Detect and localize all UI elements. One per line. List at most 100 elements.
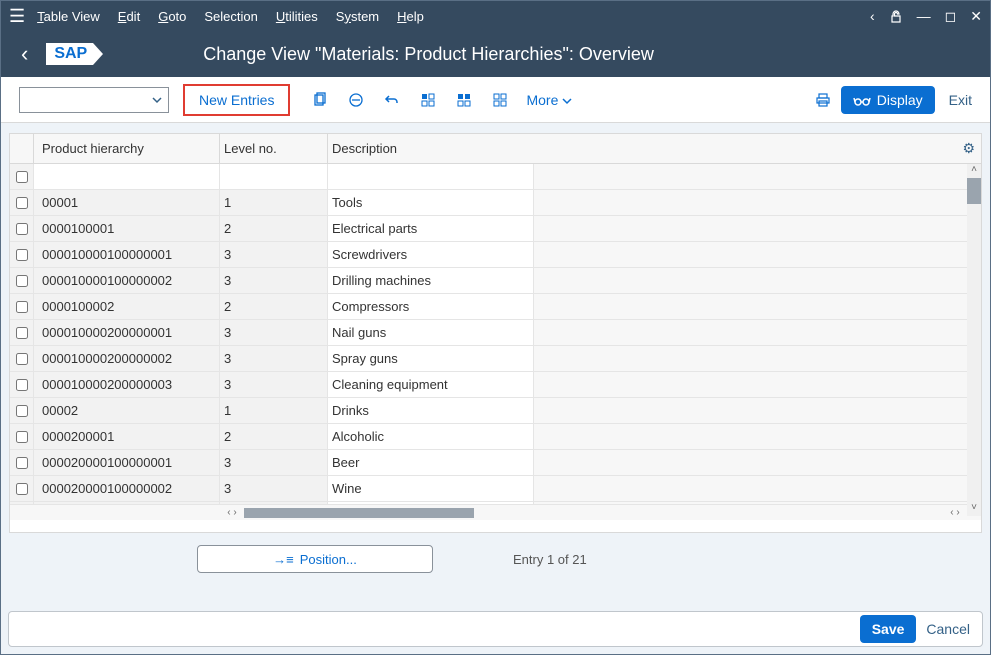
table-row[interactable]: 0000100002000000013Nail guns (10, 320, 981, 346)
menu-help[interactable]: Help (397, 9, 424, 24)
position-button[interactable]: →≡ Position... (197, 545, 433, 573)
row-checkbox[interactable] (16, 483, 28, 495)
cell-description[interactable]: Drilling machines (328, 268, 534, 294)
cell-product-hierarchy[interactable]: 00001 (34, 190, 220, 216)
table-row[interactable]: 00002000022Non-alcoholic (10, 502, 981, 504)
cell-description[interactable]: Compressors (328, 294, 534, 320)
cell-description[interactable]: Spray guns (328, 346, 534, 372)
cell-description[interactable]: Alcoholic (328, 424, 534, 450)
scroll-up-icon[interactable]: ˄ (967, 164, 981, 178)
table-row[interactable]: 0000200001000000013Beer (10, 450, 981, 476)
cell-description[interactable]: Tools (328, 190, 534, 216)
menu-selection[interactable]: Selection (204, 9, 257, 24)
cell-product-hierarchy[interactable]: 000010000200000001 (34, 320, 220, 346)
more-dropdown[interactable]: More (526, 92, 572, 108)
cell-description[interactable]: Screwdrivers (328, 242, 534, 268)
table-row[interactable]: 00001000022Compressors (10, 294, 981, 320)
cell-description[interactable]: Electrical parts (328, 216, 534, 242)
cell-level-no[interactable]: 3 (220, 320, 328, 346)
row-checkbox[interactable] (16, 171, 28, 183)
col-header-product-hierarchy[interactable]: Product hierarchy (34, 134, 220, 163)
minimize-icon[interactable]: — (917, 8, 931, 24)
row-checkbox[interactable] (16, 249, 28, 261)
cell-level-no[interactable]: 1 (220, 190, 328, 216)
copy-icon[interactable] (312, 92, 328, 108)
exit-button[interactable]: Exit (949, 92, 972, 108)
deselect-all-icon[interactable] (492, 92, 508, 108)
table-row[interactable]: 00001000012Electrical parts (10, 216, 981, 242)
table-row[interactable]: 0000100001000000013Screwdrivers (10, 242, 981, 268)
row-checkbox[interactable] (16, 301, 28, 313)
row-checkbox[interactable] (16, 457, 28, 469)
new-entries-button[interactable]: New Entries (183, 84, 290, 116)
row-checkbox[interactable] (16, 197, 28, 209)
cell-product-hierarchy[interactable]: 000020000100000002 (34, 476, 220, 502)
hscroll-left-icon[interactable]: ‹ › (220, 507, 244, 518)
table-row[interactable]: 0000100002000000023Spray guns (10, 346, 981, 372)
cell-level-no[interactable]: 2 (220, 424, 328, 450)
row-checkbox[interactable] (16, 275, 28, 287)
row-checkbox[interactable] (16, 223, 28, 235)
gear-icon[interactable]: ⚙ (962, 140, 975, 157)
cell-product-hierarchy[interactable]: 0000100002 (34, 294, 220, 320)
delete-icon[interactable] (348, 92, 364, 108)
maximize-icon[interactable]: ◻ (945, 8, 957, 25)
row-checkbox[interactable] (16, 431, 28, 443)
menu-table-view[interactable]: Table View (37, 9, 100, 24)
cell-level-no[interactable]: 2 (220, 502, 328, 504)
cell-product-hierarchy[interactable]: 000010000200000003 (34, 372, 220, 398)
hamburger-icon[interactable]: ☰ (9, 6, 25, 27)
cell-level-no[interactable]: 3 (220, 268, 328, 294)
cell-level-no[interactable]: 3 (220, 450, 328, 476)
col-header-level-no[interactable]: Level no. (220, 134, 328, 163)
cell-product-hierarchy[interactable]: 0000100001 (34, 216, 220, 242)
cell-product-hierarchy[interactable]: 0000200002 (34, 502, 220, 504)
menu-edit[interactable]: Edit (118, 9, 140, 24)
cell-description[interactable]: Drinks (328, 398, 534, 424)
cancel-button[interactable]: Cancel (926, 621, 970, 637)
scroll-thumb[interactable] (967, 178, 981, 204)
undo-icon[interactable] (384, 92, 400, 108)
cell-product-hierarchy[interactable]: 000020000100000001 (34, 450, 220, 476)
cell-product-hierarchy[interactable]: 00002 (34, 398, 220, 424)
table-row-empty[interactable] (10, 164, 981, 190)
row-checkbox[interactable] (16, 379, 28, 391)
cell-description[interactable]: Non-alcoholic (328, 502, 534, 504)
prev-icon[interactable]: ‹ (870, 8, 875, 24)
cell-description[interactable]: Cleaning equipment (328, 372, 534, 398)
row-checkbox[interactable] (16, 327, 28, 339)
scroll-down-icon[interactable]: ˅ (967, 502, 981, 516)
back-icon[interactable]: ‹ (21, 41, 28, 67)
cell-level-no[interactable]: 3 (220, 476, 328, 502)
col-header-description[interactable]: Description (328, 134, 534, 163)
cell-description[interactable]: Wine (328, 476, 534, 502)
cell-level-no[interactable]: 3 (220, 372, 328, 398)
cell-level-no[interactable]: 1 (220, 398, 328, 424)
cell-product-hierarchy[interactable]: 000010000100000001 (34, 242, 220, 268)
menu-goto[interactable]: Goto (158, 9, 186, 24)
table-row[interactable]: 00002000012Alcoholic (10, 424, 981, 450)
cell-description[interactable]: Beer (328, 450, 534, 476)
cell-product-hierarchy[interactable]: 0000200001 (34, 424, 220, 450)
cell-level-no[interactable]: 3 (220, 242, 328, 268)
command-dropdown[interactable] (19, 87, 169, 113)
table-row[interactable]: 000021Drinks (10, 398, 981, 424)
row-checkbox[interactable] (16, 353, 28, 365)
table-row[interactable]: 000011Tools (10, 190, 981, 216)
save-button[interactable]: Save (860, 615, 917, 643)
cell-level-no[interactable]: 3 (220, 346, 328, 372)
horizontal-scrollbar[interactable]: ‹ › ‹ › (10, 504, 981, 520)
cell-description[interactable]: Nail guns (328, 320, 534, 346)
select-all-icon[interactable] (420, 92, 436, 108)
table-row[interactable]: 0000200001000000023Wine (10, 476, 981, 502)
unlock-icon[interactable] (889, 8, 903, 24)
cell-product-hierarchy[interactable]: 000010000200000002 (34, 346, 220, 372)
cell-level-no[interactable]: 2 (220, 216, 328, 242)
row-checkbox[interactable] (16, 405, 28, 417)
table-row[interactable]: 0000100002000000033Cleaning equipment (10, 372, 981, 398)
menu-utilities[interactable]: Utilities (276, 9, 318, 24)
cell-product-hierarchy[interactable]: 000010000100000002 (34, 268, 220, 294)
vertical-scrollbar[interactable]: ˄ ˅ (967, 164, 981, 516)
menu-system[interactable]: System (336, 9, 379, 24)
table-row[interactable]: 0000100001000000023Drilling machines (10, 268, 981, 294)
